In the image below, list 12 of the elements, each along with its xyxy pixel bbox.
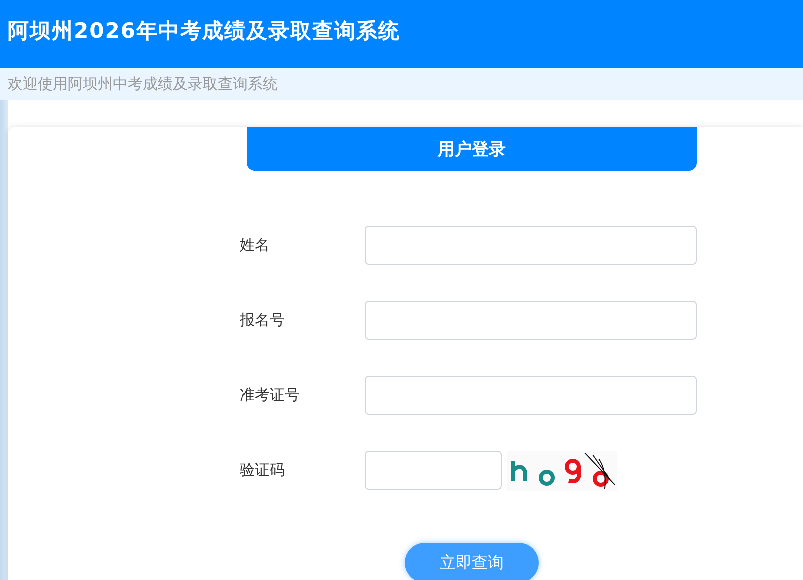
login-title: 用户登录 [438,138,506,160]
input-field[interactable] [365,376,697,415]
site-title: 阿坝州2026年中考成绩及录取查询系统 [8,18,400,45]
submit-button[interactable]: 立即查询 [405,543,539,580]
field-label: 姓名 [240,236,271,255]
field-label: 验证码 [240,461,286,480]
captcha-field[interactable] [365,451,502,490]
input-field[interactable] [365,301,697,340]
field-label: 准考证号 [240,386,301,405]
input-field[interactable] [365,226,697,265]
field-label: 报名号 [240,311,286,330]
welcome-text: 欢迎使用阿坝州中考成绩及录取查询系统 [8,74,278,94]
